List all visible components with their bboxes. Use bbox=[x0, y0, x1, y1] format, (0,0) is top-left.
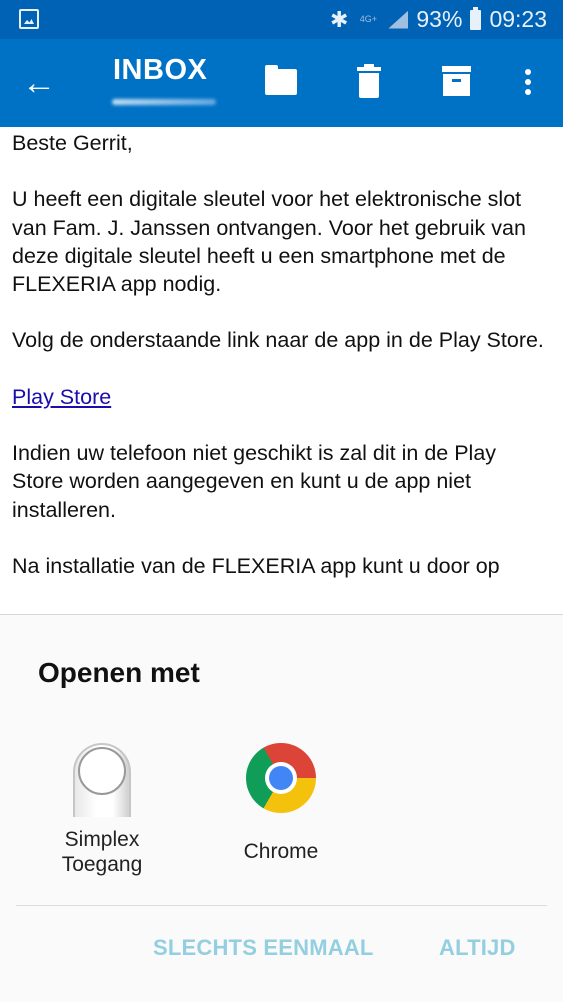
simplex-app-icon bbox=[73, 743, 131, 817]
always-button[interactable]: ALTIJD bbox=[439, 935, 516, 961]
email-paragraph: Na installatie van de FLEXERIA app kunt … bbox=[12, 553, 500, 578]
app-option-chrome[interactable]: Chrome bbox=[211, 743, 351, 864]
bluetooth-icon: ✱ bbox=[329, 6, 349, 32]
clock: 09:23 bbox=[489, 6, 547, 32]
network-type-icon: 4G+ bbox=[359, 14, 378, 24]
signal-icon bbox=[388, 10, 409, 29]
back-arrow-icon[interactable]: ← bbox=[22, 63, 56, 103]
email-paragraph: Indien uw telefoon niet geschikt is zal … bbox=[12, 441, 497, 522]
app-option-simplex[interactable]: Simplex Toegang bbox=[32, 743, 172, 877]
folder-title: INBOX bbox=[113, 54, 208, 86]
account-subtitle-redacted bbox=[112, 99, 216, 105]
trash-icon[interactable] bbox=[357, 64, 381, 98]
email-greeting: Beste Gerrit, bbox=[12, 131, 133, 155]
app-label: Simplex Toegang bbox=[61, 828, 143, 876]
chrome-icon bbox=[246, 743, 316, 813]
play-store-link[interactable]: Play Store bbox=[12, 385, 111, 409]
divider bbox=[16, 905, 547, 906]
open-with-sheet: Openen met Simplex Toegang Chrome SLECHT… bbox=[0, 614, 563, 1002]
app-label: Chrome bbox=[243, 840, 319, 863]
battery-icon bbox=[470, 6, 482, 30]
more-vert-icon[interactable] bbox=[523, 69, 533, 97]
status-icons: ✱ 4G+ 93% 09:23 bbox=[330, 0, 547, 39]
app-bar: ← INBOX bbox=[0, 39, 563, 127]
just-once-button[interactable]: SLECHTS EENMAAL bbox=[153, 935, 374, 961]
email-paragraph: Volg de onderstaande link naar de app in… bbox=[12, 328, 544, 353]
email-paragraph: U heeft een digitale sleutel voor het el… bbox=[12, 187, 526, 296]
status-bar: ✱ 4G+ 93% 09:23 bbox=[0, 0, 563, 39]
folder-icon[interactable] bbox=[265, 65, 297, 95]
archive-icon[interactable] bbox=[442, 66, 471, 96]
image-notification-icon bbox=[19, 9, 39, 29]
battery-percent: 93% bbox=[416, 6, 463, 32]
email-body: Beste Gerrit, U heeft een digitale sleut… bbox=[0, 127, 563, 614]
sheet-title: Openen met bbox=[38, 657, 200, 688]
